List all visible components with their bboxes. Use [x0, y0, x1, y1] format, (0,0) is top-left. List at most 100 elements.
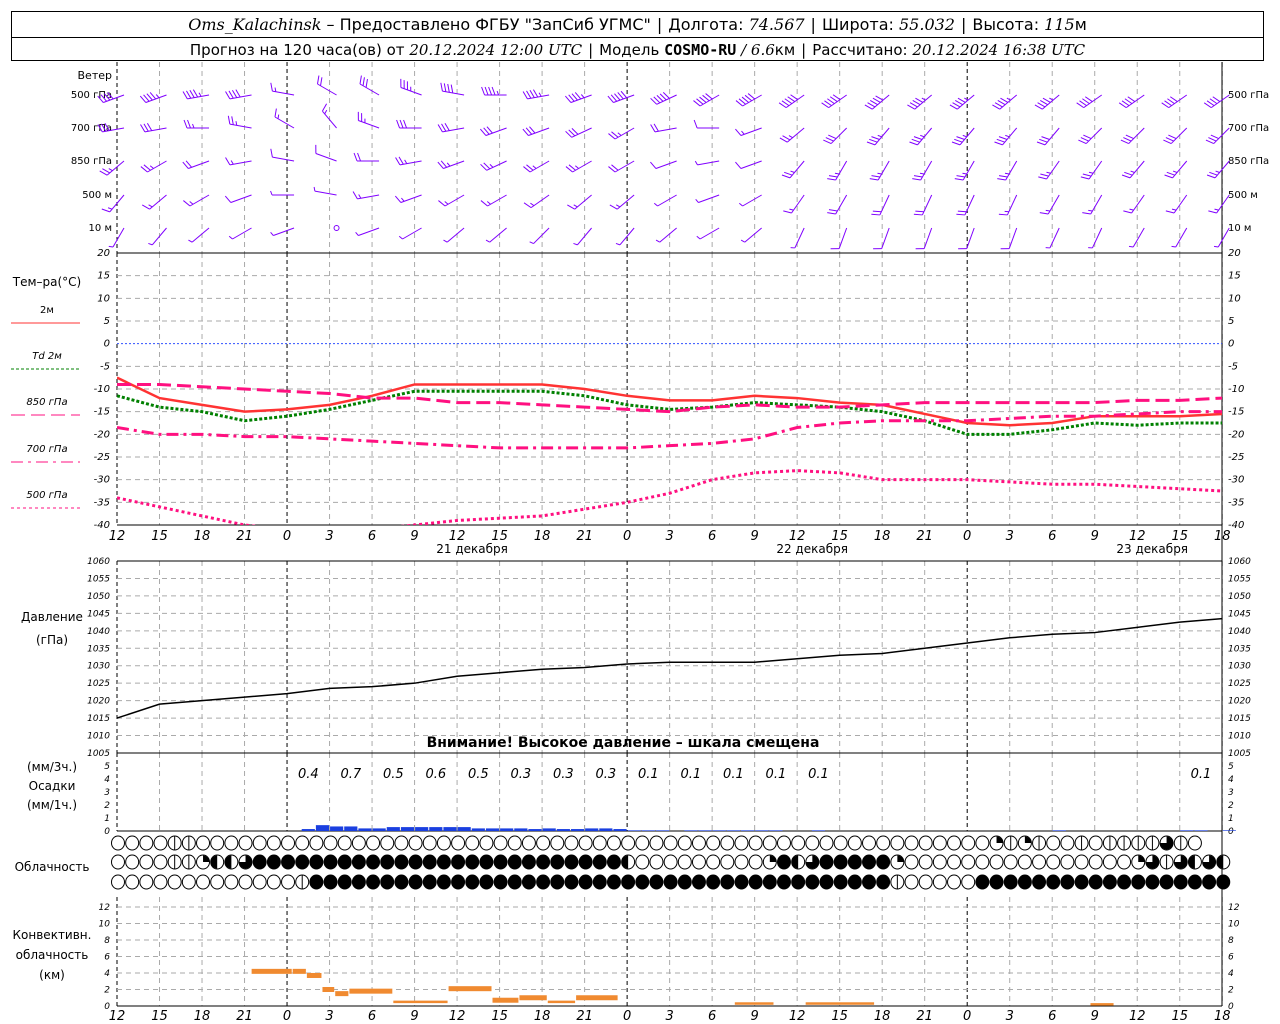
barb-feather — [567, 204, 576, 210]
precip-tick-label: 5 — [104, 762, 110, 772]
barb-half-feather — [270, 231, 274, 236]
barb-staff — [402, 227, 422, 240]
barb-staff — [742, 194, 762, 207]
barb-staff — [1008, 227, 1018, 249]
precip-bar — [811, 830, 825, 831]
wind-barb — [1076, 94, 1103, 109]
barb-feather — [140, 124, 146, 133]
precip-bar — [769, 830, 783, 831]
cloud-circle — [1187, 835, 1202, 851]
barb-half-feather — [192, 123, 195, 129]
cloud-circle — [451, 835, 466, 851]
cloud-circle — [578, 835, 593, 851]
barb-feather — [871, 213, 880, 216]
barb-half-feather — [696, 235, 701, 240]
barb-feather — [952, 102, 961, 108]
cloud-circle — [1032, 874, 1047, 890]
convective-tick-label-right: 8 — [1228, 936, 1234, 946]
x-tick-label: 3 — [325, 529, 333, 544]
cloud-circle — [550, 835, 565, 851]
precip-bar — [599, 828, 613, 831]
precip-bar — [684, 830, 698, 831]
barb-half-feather — [404, 159, 408, 164]
cloud-cover-symbol — [819, 854, 834, 870]
cloud-cover-symbol — [266, 854, 281, 870]
cloud-cover-symbol — [521, 874, 536, 890]
barb-feather — [1080, 176, 1090, 180]
cloud-cover-symbol — [734, 874, 749, 890]
cloud-circle — [1032, 854, 1047, 870]
cloud-cover-symbol — [337, 874, 352, 890]
barb-feather — [1083, 134, 1092, 140]
wind-barb — [915, 227, 933, 250]
wind-barb — [735, 127, 762, 136]
x-tick-label: 3 — [665, 1009, 673, 1024]
x-tick-label: 6 — [708, 529, 716, 544]
cloud-cover-symbol — [862, 874, 877, 890]
barb-feather — [872, 97, 881, 103]
precip-bar — [542, 828, 556, 831]
cloud-circle — [833, 854, 848, 870]
barb-feather — [911, 138, 920, 143]
cloud-circle — [380, 835, 395, 851]
barb-half-feather — [235, 121, 238, 126]
barb-half-feather — [877, 134, 882, 138]
cloud-cover-symbol — [706, 874, 721, 890]
wind-barb — [270, 190, 295, 196]
convective-title: облачность — [16, 948, 89, 962]
wind-barb — [274, 108, 295, 129]
precip-bar — [485, 828, 500, 831]
barb-staff — [1049, 227, 1060, 249]
cloud-cover-symbol — [550, 835, 565, 851]
cloud-circle — [436, 854, 451, 870]
barb-feather — [529, 89, 535, 98]
barb-feather — [533, 89, 539, 98]
cloud-circle — [876, 854, 891, 870]
x-tick-label: 3 — [665, 529, 673, 544]
barb-feather — [1040, 100, 1048, 106]
wind-barb — [523, 160, 550, 173]
precip-3h-total: 0.3 — [596, 767, 617, 782]
cloud-cover-symbol — [337, 854, 352, 870]
wind-barb — [655, 227, 677, 243]
x-tick-label: 0 — [963, 1009, 971, 1024]
barb-feather — [357, 152, 362, 162]
cloud-cover-symbol — [1131, 854, 1146, 870]
barb-feather — [438, 200, 446, 207]
wind-barb — [398, 227, 422, 240]
cloud-circle — [422, 874, 437, 890]
cloud-circle — [677, 835, 692, 851]
precip-title: Осадки — [29, 779, 76, 793]
cloud-cover-symbol — [266, 835, 281, 851]
cloud-cover-symbol — [833, 835, 848, 851]
cloud-circle — [862, 874, 877, 890]
barb-feather — [192, 89, 199, 98]
barb-staff — [446, 227, 465, 243]
wind-barb — [359, 75, 380, 96]
cloud-cover-symbol — [366, 835, 381, 851]
temp-tick-label: -15 — [94, 407, 110, 418]
convective-cloud-bar — [492, 997, 519, 1003]
precip-tick-label: 1 — [104, 814, 110, 824]
cloud-cover-symbol — [975, 835, 990, 851]
wind-barb — [228, 227, 252, 240]
wind-barb — [183, 194, 210, 207]
precip-tick-label-right: 1 — [1228, 814, 1234, 824]
barb-feather — [994, 102, 1003, 108]
cloud-cover-symbol — [380, 854, 395, 870]
barb-feather — [915, 97, 924, 103]
barb-feather — [395, 157, 401, 166]
cloud-cover-symbol — [1017, 874, 1032, 890]
precip-bar — [712, 830, 726, 831]
cloud-circle — [266, 854, 281, 870]
cloud-circle — [691, 835, 706, 851]
cloud-circle — [805, 874, 820, 890]
cloud-cover-symbol — [281, 874, 296, 890]
barb-feather — [480, 200, 488, 207]
wind-barb — [866, 127, 890, 146]
wind-barb — [608, 160, 635, 173]
x-tick-label: 6 — [708, 1009, 716, 1024]
cloud-cover-symbol — [337, 835, 352, 851]
cloud-cover-symbol — [323, 854, 338, 870]
cloud-circle — [1159, 874, 1174, 890]
